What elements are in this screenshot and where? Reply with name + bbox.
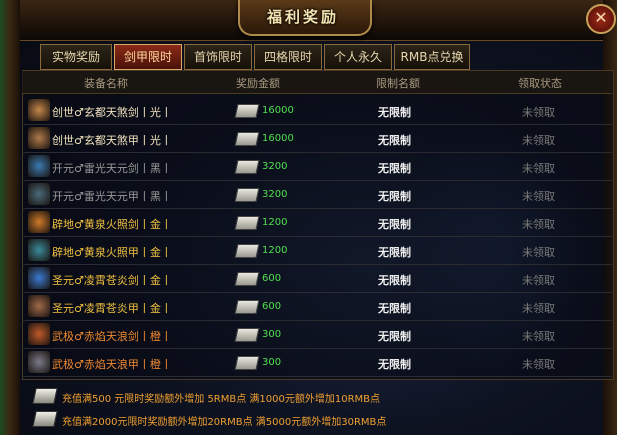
sword-icon[interactable] [28, 155, 50, 177]
item-name: 创世♂玄都天煞甲丨光丨 [52, 134, 172, 147]
item-name: 创世♂玄都天煞剑丨光丨 [52, 106, 172, 119]
money-icon [32, 411, 58, 427]
reward-amount: 300 [262, 357, 282, 368]
reward-amount: 1200 [262, 245, 288, 256]
reward-amount: 3200 [262, 161, 288, 172]
money-icon [234, 272, 260, 286]
claim-status[interactable]: 未领取 [522, 104, 555, 120]
item-name: 圣元♂凌霄苍炎剑丨金丨 [52, 274, 172, 287]
reward-amount: 300 [262, 329, 282, 340]
limit-value: 无限制 [378, 274, 411, 287]
footer-line-2: 充值满2000元限时奖励额外增加20RMB点 满5000元额外增加30RMB点 [62, 417, 387, 428]
item-name: 开元♂雷光天元甲丨黑丨 [52, 190, 172, 203]
limit-value: 无限制 [378, 162, 411, 175]
limit-value: 无限制 [378, 302, 411, 315]
limit-value: 无限制 [378, 246, 411, 259]
sword-icon[interactable] [28, 323, 50, 345]
close-icon[interactable]: ✕ [586, 4, 616, 34]
column-header-name: 装备名称 [84, 77, 128, 90]
money-icon [234, 300, 260, 314]
claim-status[interactable]: 未领取 [522, 132, 555, 148]
reward-amount: 16000 [262, 133, 294, 144]
item-name: 圣元♂凌霄苍炎甲丨金丨 [52, 302, 172, 315]
item-name: 开元♂雷光天元剑丨黑丨 [52, 162, 172, 175]
window-title: 福利奖励 [266, 8, 339, 26]
item-name: 武极♂赤焰天浪剑丨橙丨 [52, 330, 172, 343]
money-icon [234, 356, 260, 370]
limit-value: 无限制 [378, 330, 411, 343]
claim-status[interactable]: 未领取 [522, 272, 555, 288]
window-left-frame [0, 0, 20, 435]
sword-icon[interactable] [28, 211, 50, 233]
armor-icon[interactable] [28, 351, 50, 373]
limit-value: 无限制 [378, 106, 411, 119]
money-icon [234, 132, 260, 146]
claim-status[interactable]: 未领取 [522, 328, 555, 344]
money-icon [234, 216, 260, 230]
tab-0[interactable]: 实物奖励 [40, 44, 112, 70]
armor-icon[interactable] [28, 239, 50, 261]
money-icon [234, 104, 260, 118]
tab-2[interactable]: 首饰限时 [184, 44, 252, 70]
money-icon [234, 188, 260, 202]
money-icon [234, 328, 260, 342]
tab-4[interactable]: 个人永久 [324, 44, 392, 70]
armor-icon[interactable] [28, 183, 50, 205]
money-icon [234, 244, 260, 258]
reward-window: 福利奖励 ✕ 实物奖励 剑甲限时 首饰限时 四格限时 个人永久 RMB点兑换 装备名称 奖… [0, 0, 617, 435]
claim-status[interactable]: 未领取 [522, 216, 555, 232]
claim-status[interactable]: 未领取 [522, 300, 555, 316]
tab-3[interactable]: 四格限时 [254, 44, 322, 70]
footer-line-1: 充值满500 元限时奖励额外增加 5RMB点 满1000元额外增加10RMB点 [62, 394, 381, 405]
claim-status[interactable]: 未领取 [522, 160, 555, 176]
reward-amount: 600 [262, 273, 282, 284]
tab-1[interactable]: 剑甲限时 [114, 44, 182, 70]
limit-value: 无限制 [378, 358, 411, 371]
item-name: 辟地♂黄泉火照甲丨金丨 [52, 246, 172, 259]
item-name: 辟地♂黄泉火照剑丨金丨 [52, 218, 172, 231]
money-icon [32, 388, 58, 404]
reward-amount: 3200 [262, 189, 288, 200]
limit-value: 无限制 [378, 190, 411, 203]
limit-value: 无限制 [378, 218, 411, 231]
claim-status[interactable]: 未领取 [522, 356, 555, 372]
column-header-limit: 限制名额 [376, 77, 420, 90]
reward-amount: 600 [262, 301, 282, 312]
column-header-amount: 奖励金额 [236, 77, 280, 90]
sword-icon[interactable] [28, 267, 50, 289]
column-header-status: 领取状态 [518, 77, 562, 90]
claim-status[interactable]: 未领取 [522, 188, 555, 204]
claim-status[interactable]: 未领取 [522, 244, 555, 260]
limit-value: 无限制 [378, 134, 411, 147]
reward-amount: 16000 [262, 105, 294, 116]
sword-icon[interactable] [28, 99, 50, 121]
armor-icon[interactable] [28, 127, 50, 149]
money-icon [234, 160, 260, 174]
tab-5[interactable]: RMB点兑换 [394, 44, 470, 70]
reward-amount: 1200 [262, 217, 288, 228]
item-name: 武极♂赤焰天浪甲丨橙丨 [52, 358, 172, 371]
armor-icon[interactable] [28, 295, 50, 317]
